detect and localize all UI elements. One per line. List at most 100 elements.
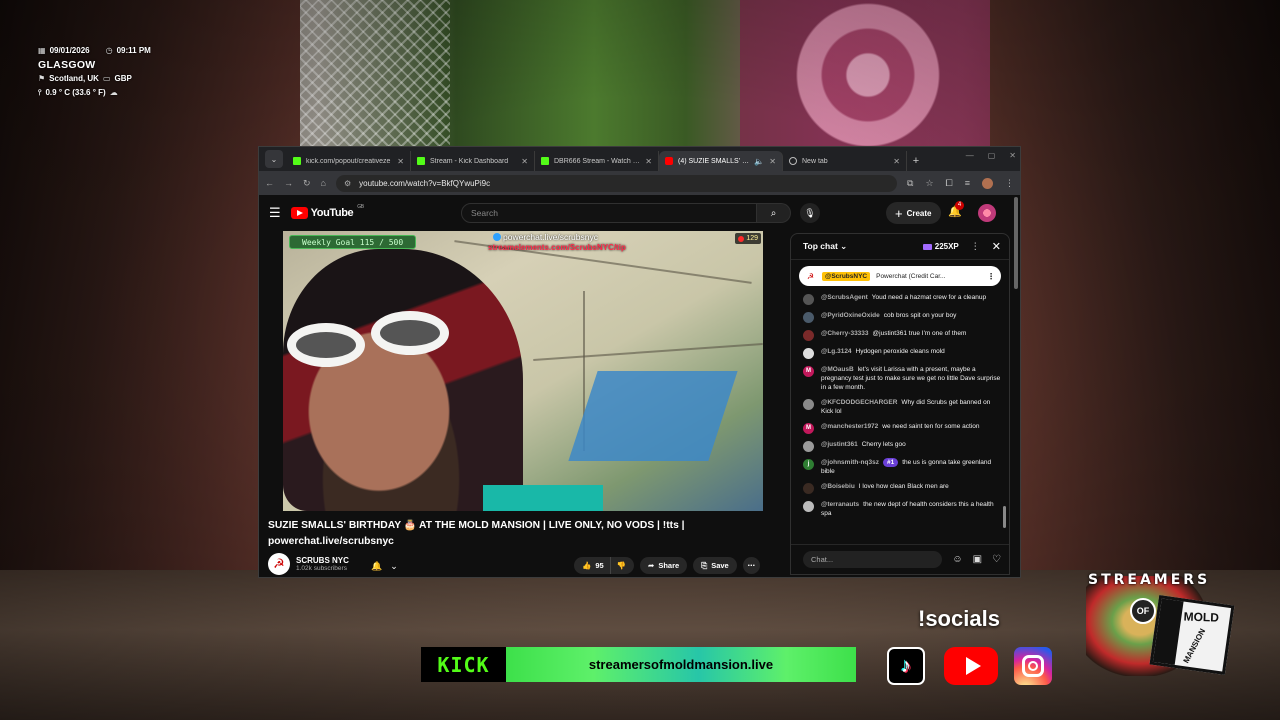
tab-youtube-video[interactable]: (4) SUZIE SMALLS' BIRTHD 🔈 ✕ [659,151,783,171]
search-button[interactable]: ⌕ [757,203,791,223]
chat-avatar[interactable] [803,441,814,452]
pinned-message[interactable]: ☭ @ScrubsNYC Powerchat (Credit Car... ⋮ [799,266,1001,286]
close-icon[interactable]: ✕ [893,157,900,166]
channel-info[interactable]: ☭ SCRUBS NYC 1.02k subscribers [268,553,349,575]
youtube-logo[interactable]: YouTube GB [290,204,364,219]
tab-search-button[interactable]: ⌄ [265,150,283,168]
profile-avatar[interactable] [982,177,993,189]
chat-input-bar: Chat... ☺ ▣ ♡ [791,544,1009,574]
close-chat-icon[interactable]: ✕ [992,240,1001,253]
create-button[interactable]: + Create [886,202,941,224]
chat-message[interactable]: @justint361 Cherry lets goo [791,440,1001,452]
chat-mode-dropdown[interactable]: Top chat ⌄ [803,241,847,252]
chat-username[interactable]: @PyridOxineOxide [821,312,880,319]
chat-username[interactable]: @johnsmith-nq3sz [821,459,879,466]
share-button[interactable]: ➦ Share [640,557,688,574]
url-field[interactable]: ⚙ youtube.com/watch?v=BkfQYwuPi9c [335,174,898,192]
voice-search-button[interactable]: 🎙 [800,203,820,223]
emoji-icon[interactable]: ☺ [952,554,962,565]
country-code: GB [357,204,364,210]
bookmark-star-icon[interactable]: ☆ [925,178,933,189]
forward-icon[interactable]: → [284,178,293,188]
close-icon[interactable]: ✕ [521,157,528,166]
chat-avatar[interactable] [803,330,814,341]
like-button[interactable]: 👍 95 [574,557,611,574]
pinned-menu-icon[interactable]: ⋮ [987,272,995,281]
search-input[interactable]: Search [461,203,757,223]
chat-avatar[interactable]: M [803,423,814,434]
chat-message[interactable]: @terranauts the new dept of health consid… [791,500,1001,518]
super-chat-icon[interactable]: ▣ [973,554,982,565]
chat-username[interactable]: @manchester1972 [821,423,878,430]
close-window-icon[interactable]: ✕ [1009,151,1016,160]
browser-menu-icon[interactable]: ⋮ [1005,178,1014,189]
chat-username[interactable]: @Boisebiu [821,483,855,490]
time-text: 09:11 PM [116,46,151,55]
maximize-icon[interactable]: ▢ [988,151,996,160]
menu-icon[interactable]: ☰ [269,205,281,221]
chat-message[interactable]: @Cherry-33333 @justint361 true I'm one of… [791,329,1001,341]
chat-avatar[interactable]: M [803,366,814,377]
chat-username[interactable]: @justint361 [821,441,858,448]
tab-kick-popout[interactable]: kick.com/popout/creativeze ✕ [287,151,411,171]
chat-username[interactable]: @Cherry-33333 [821,330,869,337]
more-icon: ⋯ [747,561,755,570]
chat-text: Cherry lets goo [861,441,906,448]
save-button[interactable]: ⎘ Save [693,557,737,574]
chat-message[interactable]: @Boisebiu I love how clean Black men are [791,482,1001,494]
chat-message[interactable]: M @manchester1972 we need saint ten for so… [791,422,1001,434]
tab-dbr666-stream[interactable]: DBR666 Stream - Watch Live ✕ [535,151,659,171]
xp-badge[interactable]: 225XP [922,242,959,251]
chat-avatar[interactable] [803,399,814,410]
chat-avatar[interactable] [803,348,814,359]
minimize-icon[interactable]: — [966,151,974,160]
chat-message[interactable]: @PyridOxineOxide cob bros spit on your bo… [791,311,1001,323]
speaker-icon[interactable]: 🔈 [754,157,764,166]
clock-icon: ◷ [105,46,113,55]
chat-avatar[interactable] [803,501,814,512]
home-icon[interactable]: ⌂ [321,178,326,188]
extensions-icon[interactable]: ⧠ [946,178,953,189]
close-icon[interactable]: ✕ [769,157,776,166]
close-icon[interactable]: ✕ [397,157,404,166]
subscription-bell-button[interactable]: 🔔 ⌄ [371,561,398,572]
chat-message[interactable]: @KFCDODGECHARGER Why did Scrubs get banne… [791,398,1001,416]
tab-title: kick.com/popout/creativeze [306,157,391,165]
video-player[interactable]: Weekly Goal 115 / 500 powerchat.live/scr… [283,231,763,511]
reload-icon[interactable]: ↻ [303,178,311,189]
chat-avatar[interactable]: j [803,459,814,470]
streamer-figure [283,249,523,511]
chat-message[interactable]: @ScrubsAgent Youd need a hazmat crew for … [791,293,1001,305]
chat-avatar[interactable] [803,483,814,494]
chat-username[interactable]: @KFCDODGECHARGER [821,399,897,406]
more-actions-button[interactable]: ⋯ [742,557,760,574]
tab-new-tab[interactable]: New tab ✕ [783,151,907,171]
channel-avatar[interactable]: ☭ [268,553,290,575]
page-scrollbar[interactable] [1014,197,1018,289]
tab-groups-icon[interactable]: ≡ [965,178,970,188]
chat-username[interactable]: @MOausB [821,366,854,373]
notifications-button[interactable]: 🔔 4 [948,201,964,218]
chat-menu-icon[interactable]: ⋮ [971,241,980,252]
chat-input[interactable]: Chat... [803,551,943,568]
site-info-icon[interactable]: ⚙ [344,179,351,188]
cast-icon[interactable]: ⧉ [907,178,913,189]
chat-avatar[interactable] [803,312,814,323]
heart-icon[interactable]: ♡ [992,554,1001,565]
chat-message[interactable]: j @johnsmith-nq3sz #1 the us is gonna take … [791,458,1001,476]
chat-scrollbar[interactable] [1003,506,1006,528]
account-avatar[interactable] [978,204,996,222]
dislike-button[interactable]: 👎 [610,557,635,574]
chat-username[interactable]: @ScrubsAgent [821,294,868,301]
tab-kick-dashboard[interactable]: Stream - Kick Dashboard ✕ [411,151,535,171]
back-icon[interactable]: ← [265,178,274,188]
new-tab-button[interactable]: + [907,151,925,171]
chat-username[interactable]: @Lg.3124 [821,348,852,355]
close-icon[interactable]: ✕ [645,157,652,166]
chat-message[interactable]: M @MOausB let's visit Larissa with a prese… [791,365,1001,392]
chat-avatar[interactable] [803,294,814,305]
channel-name[interactable]: SCRUBS NYC [296,556,349,565]
chat-message-body: @justint361 Cherry lets goo [821,440,906,452]
chat-message[interactable]: @Lg.3124 Hydogen peroxide cleans mold [791,347,1001,359]
chat-username[interactable]: @terranauts [821,501,859,508]
